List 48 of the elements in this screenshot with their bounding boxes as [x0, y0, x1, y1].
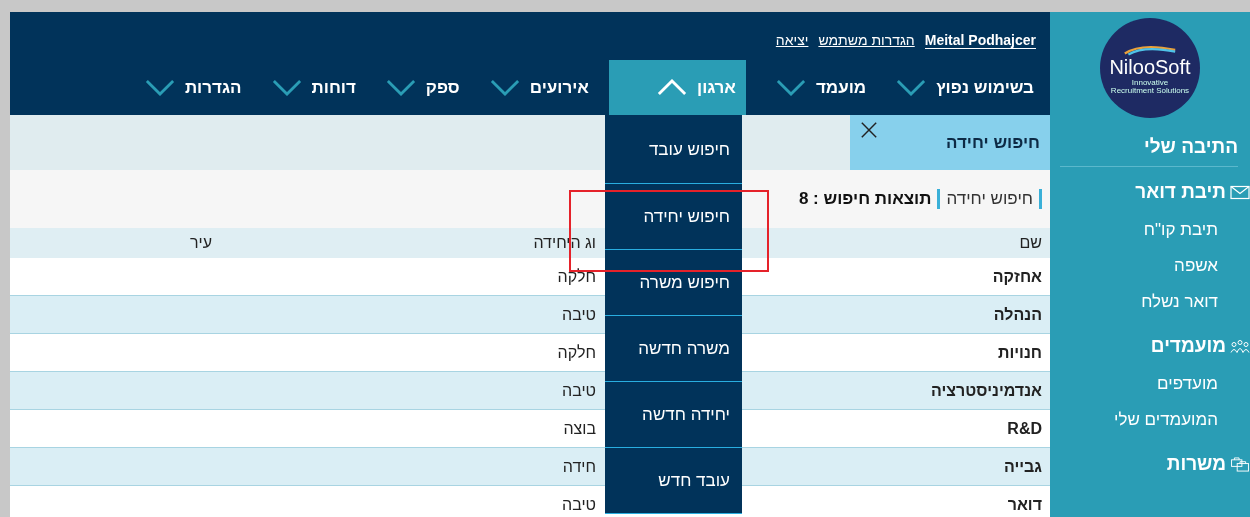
dropdown-item[interactable]: חיפוש יחידה — [605, 184, 742, 250]
dropdown-item[interactable]: יחידה חדשה — [605, 382, 742, 448]
table-cell-text: חלקה — [556, 267, 596, 286]
table-cell-text: דואר — [1006, 495, 1043, 514]
header-link[interactable]: יציאה — [775, 32, 809, 48]
table-cell-text: טיבה — [561, 381, 596, 400]
nav-menu-item[interactable]: מועמד — [755, 60, 877, 115]
envelope-icon — [1230, 184, 1250, 200]
table-cell-text: אחזקה — [991, 267, 1043, 286]
chevron-down-icon — [271, 79, 302, 96]
dropdown-item[interactable]: חיפוש משרה — [605, 250, 742, 316]
close-icon[interactable] — [860, 121, 878, 139]
table-cell-text: טיבה — [561, 305, 596, 324]
table-cell-text: חנויות — [996, 343, 1043, 362]
table-cell-text: אנדמיניסטרציה — [930, 381, 1043, 400]
people-icon — [1230, 338, 1250, 354]
dropdown-item[interactable]: עובד חדש — [605, 448, 742, 514]
breadcrumb-item[interactable]: חיפוש יחידה — [946, 189, 1042, 209]
chevron-down-icon — [489, 79, 520, 96]
header-link[interactable]: הגדרות משתמש — [818, 32, 915, 48]
table-cell-text: הנהלה — [992, 305, 1043, 324]
nav-menu-item[interactable]: אירועים — [469, 60, 599, 115]
table-cell-text: חלקה — [556, 343, 596, 362]
sidebar-title: התיבה שלי — [1060, 118, 1238, 167]
column-header: שם — [1018, 234, 1043, 252]
table-cell-text: חידה — [561, 457, 596, 476]
table-cell-text: טיבה — [561, 495, 596, 514]
dropdown-item[interactable]: חיפוש עובד — [605, 117, 742, 184]
chevron-down-icon — [385, 79, 416, 96]
column-header: עיר — [189, 234, 213, 252]
table-cell-text: בוצה — [562, 419, 596, 438]
chevron-up-icon — [657, 79, 687, 96]
table-cell-text: גבייה — [1002, 457, 1043, 476]
dropdown-item[interactable]: משרה חדשה — [605, 316, 742, 382]
breadcrumb-item: תוצאות חיפוש : 8 — [798, 189, 941, 209]
open-tab[interactable]: חיפוש יחידה — [850, 115, 1050, 170]
chevron-down-icon — [775, 79, 806, 96]
chevron-down-icon — [896, 79, 927, 96]
nav-menu-item[interactable]: בשימוש נפוץ — [876, 60, 1044, 115]
logo-tagline: Innovative Recruitment Solutions — [1110, 78, 1190, 95]
nav-menu-item[interactable]: הגדרות — [124, 60, 252, 115]
logo-text: NilooSoft — [1109, 55, 1191, 79]
nav-menu-item[interactable]: ספק — [365, 60, 470, 115]
table-cell-text: R&D — [1006, 419, 1043, 438]
chevron-down-icon — [144, 79, 175, 96]
briefcase-icon — [1230, 456, 1250, 472]
user-name[interactable]: Meital Podhajcer — [924, 31, 1036, 49]
nav-menu-item[interactable]: דוחות — [251, 60, 366, 115]
